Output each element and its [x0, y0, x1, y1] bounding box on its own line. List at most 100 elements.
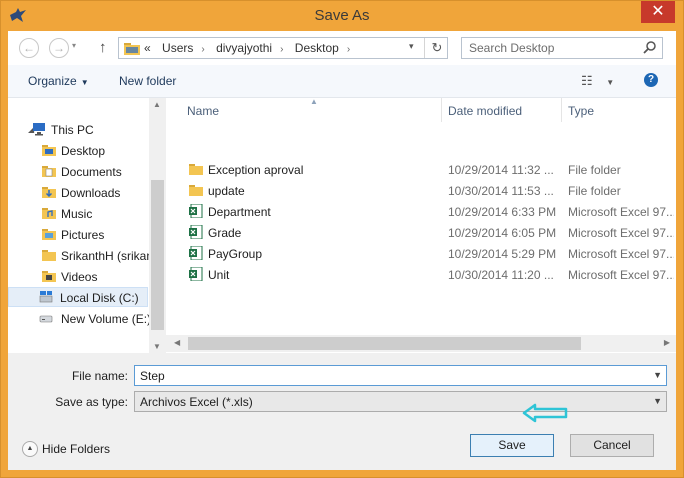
file-name: PayGroup — [208, 247, 263, 261]
file-name: Department — [208, 205, 271, 219]
file-date: 10/30/2014 11:20 ... — [448, 268, 554, 282]
nav-item-downloads[interactable]: Downloads — [8, 183, 148, 203]
horizontal-scrollbar[interactable]: ◀ ▶ — [166, 335, 676, 352]
address-dropdown-icon[interactable]: ▾ — [409, 41, 414, 52]
change-view-button[interactable]: ☷ ▼ — [581, 73, 614, 89]
navigation-pane: ◢ This PC Desktop Documents Downloads Mu… — [8, 98, 166, 353]
nav-item-videos[interactable]: Videos — [8, 267, 148, 287]
file-row[interactable]: PayGroup 10/29/2014 5:29 PM Microsoft Ex… — [166, 243, 676, 264]
breadcrumb-users[interactable]: Users — [162, 41, 193, 55]
search-input[interactable]: Search Desktop — [461, 37, 663, 59]
search-placeholder: Search Desktop — [469, 41, 555, 55]
nav-item-local-disk[interactable]: Local Disk (C:) — [8, 287, 148, 307]
save-as-type-value: Archivos Excel (*.xls) — [140, 395, 253, 409]
file-name-field[interactable]: Step ▼ — [134, 365, 667, 386]
organize-menu[interactable]: Organize ▼ — [28, 74, 89, 88]
file-row[interactable]: Grade 10/29/2014 6:05 PM Microsoft Excel… — [166, 222, 676, 243]
scroll-left-icon[interactable]: ◀ — [174, 338, 180, 347]
file-date: 10/29/2014 6:05 PM — [448, 226, 557, 240]
title-bar[interactable]: Save As ✕ — [1, 1, 683, 31]
chevron-right-icon[interactable]: › — [280, 44, 283, 55]
column-date-modified[interactable]: Date modified — [448, 104, 522, 118]
file-name: update — [208, 184, 245, 198]
scroll-right-icon[interactable]: ▶ — [664, 338, 670, 347]
folder-icon — [42, 145, 56, 156]
folder-icon — [124, 43, 140, 55]
nav-item-documents[interactable]: Documents — [8, 162, 148, 182]
address-bar[interactable]: « Users › divyajyothi › Desktop › ▾ ↻ — [118, 37, 448, 59]
close-button[interactable]: ✕ — [641, 1, 675, 23]
nav-item-user-folder[interactable]: SrikanthH (srikan — [8, 246, 153, 266]
file-type: Microsoft Excel 97... — [568, 247, 674, 261]
window-title: Save As — [314, 7, 370, 24]
help-button[interactable]: ? — [644, 73, 658, 87]
chevron-down-icon: ▼ — [606, 78, 615, 87]
chevron-down-icon[interactable]: ▼ — [653, 370, 662, 380]
file-name: Unit — [208, 268, 230, 282]
save-form: File name: Step ▼ Save as type: Archivos… — [8, 359, 676, 470]
nav-item-desktop[interactable]: Desktop — [8, 141, 148, 161]
nav-label: Music — [61, 207, 93, 221]
file-row[interactable]: update 10/30/2014 11:53 ... File folder — [166, 180, 676, 201]
chevron-right-icon[interactable]: › — [347, 44, 350, 55]
cancel-button[interactable]: Cancel — [570, 434, 654, 457]
chevron-down-icon[interactable]: ▼ — [653, 396, 662, 406]
save-as-type-select[interactable]: Archivos Excel (*.xls) ▼ — [134, 391, 667, 412]
file-type: Microsoft Excel 97... — [568, 268, 674, 282]
breadcrumb-overflow[interactable]: « — [144, 41, 151, 55]
chevron-right-icon[interactable]: › — [201, 44, 204, 55]
nav-item-this-pc[interactable]: ◢ This PC — [8, 120, 148, 140]
excel-icon — [189, 246, 203, 260]
new-folder-button[interactable]: New folder — [119, 74, 176, 88]
file-row[interactable]: Exception aproval 10/29/2014 11:32 ... F… — [166, 159, 676, 180]
excel-icon — [189, 267, 203, 281]
scroll-down-icon[interactable]: ▼ — [153, 342, 161, 351]
scrollbar-thumb[interactable] — [188, 337, 581, 350]
file-name: Grade — [208, 226, 242, 240]
drive-icon — [39, 315, 53, 323]
folder-icon — [42, 166, 56, 177]
back-button[interactable]: ← — [19, 38, 39, 58]
file-date: 10/29/2014 5:29 PM — [448, 247, 557, 261]
nav-scrollbar[interactable]: ▲ ▼ — [149, 98, 166, 353]
file-row[interactable]: Unit 10/30/2014 11:20 ... Microsoft Exce… — [166, 264, 676, 285]
file-row[interactable]: Department 10/29/2014 6:33 PM Microsoft … — [166, 201, 676, 222]
command-bar: Organize ▼ New folder ☷ ▼ ? — [8, 65, 676, 98]
column-type[interactable]: Type — [568, 104, 594, 118]
save-as-type-label: Save as type: — [55, 395, 128, 409]
nav-label: Downloads — [61, 186, 121, 200]
file-type: File folder — [568, 163, 621, 177]
file-date: 10/30/2014 11:53 ... — [448, 184, 554, 198]
excel-icon — [189, 225, 203, 239]
file-name: Exception aproval — [208, 163, 304, 177]
nav-label: New Volume (E:) — [61, 312, 152, 326]
file-date: 10/29/2014 11:32 ... — [448, 163, 554, 177]
column-divider[interactable] — [561, 98, 562, 122]
hide-folders-label: Hide Folders — [42, 442, 111, 456]
file-name-label: File name: — [71, 369, 128, 383]
column-name[interactable]: Name — [187, 104, 219, 118]
file-type: Microsoft Excel 97... — [568, 205, 674, 219]
details-view-icon: ☷ — [581, 73, 593, 88]
chevron-down-icon: ▼ — [80, 78, 89, 87]
nav-item-music[interactable]: Music — [8, 204, 148, 224]
file-date: 10/29/2014 6:33 PM — [448, 205, 557, 219]
folder-icon — [189, 185, 203, 196]
nav-label: Documents — [61, 165, 122, 179]
breadcrumb-divyajyothi[interactable]: divyajyothi — [216, 41, 272, 55]
save-button[interactable]: Save — [470, 434, 554, 457]
folder-icon — [42, 271, 56, 282]
nav-item-pictures[interactable]: Pictures — [8, 225, 148, 245]
forward-button[interactable]: → — [49, 38, 69, 58]
sort-ascending-icon: ▲ — [310, 97, 318, 106]
recent-dropdown-icon[interactable]: ▾ — [72, 41, 76, 50]
scrollbar-thumb[interactable] — [151, 180, 164, 330]
hide-folders-toggle[interactable]: ▲ Hide Folders — [22, 441, 110, 457]
breadcrumb-desktop[interactable]: Desktop — [295, 41, 339, 55]
column-divider[interactable] — [441, 98, 442, 122]
up-button[interactable]: ↑ — [99, 39, 107, 56]
refresh-button[interactable]: ↻ — [424, 38, 449, 58]
column-header-row: ▲ Name Date modified Type — [166, 97, 676, 122]
scroll-up-icon[interactable]: ▲ — [153, 100, 161, 109]
nav-item-new-volume[interactable]: New Volume (E:) — [8, 309, 152, 329]
